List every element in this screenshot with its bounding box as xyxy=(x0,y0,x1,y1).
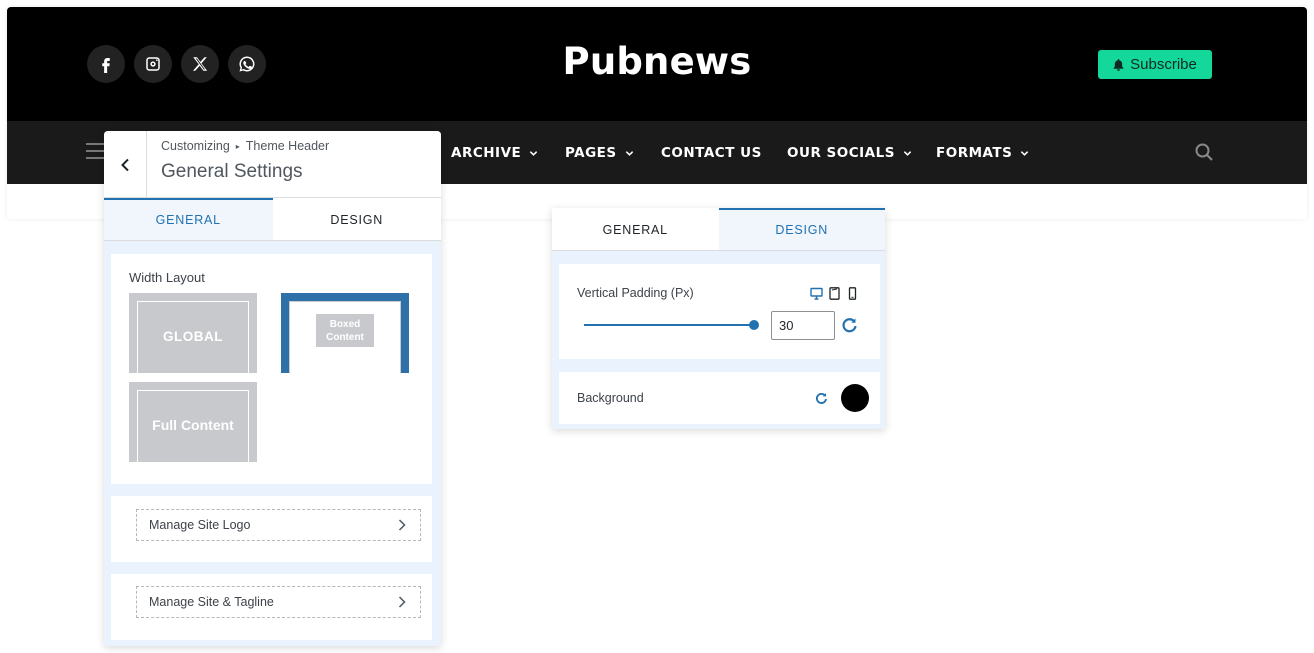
nav-item-label: PAGES xyxy=(565,145,617,161)
manage-site-logo-button[interactable]: Manage Site Logo xyxy=(136,509,421,541)
nav-item-our-socials[interactable]: OUR SOCIALS xyxy=(787,143,912,163)
layout-option-global[interactable]: GLOBAL xyxy=(129,293,257,373)
manage-tagline-card: Manage Site & Tagline xyxy=(111,574,432,640)
back-button[interactable] xyxy=(104,131,147,198)
panel-tabs: GENERAL DESIGN xyxy=(104,198,441,241)
tab-general[interactable]: GENERAL xyxy=(104,198,273,240)
chevron-left-icon xyxy=(121,158,129,171)
chevron-right-icon xyxy=(398,596,406,608)
manage-site-logo-label: Manage Site Logo xyxy=(149,518,251,532)
search-icon[interactable] xyxy=(1194,142,1214,162)
bell-icon xyxy=(1113,58,1124,71)
vertical-padding-label: Vertical Padding (Px) xyxy=(577,286,694,300)
nav-item-label: CONTACT US xyxy=(661,145,762,161)
manage-site-tagline-button[interactable]: Manage Site & Tagline xyxy=(136,586,421,618)
nav-item-pages[interactable]: PAGES xyxy=(565,143,634,163)
background-card: Background xyxy=(559,372,880,424)
design-settings-panel: GENERAL DESIGN Vertical Padding (Px) 30 … xyxy=(552,208,885,429)
nav-item-formats[interactable]: FORMATS xyxy=(936,143,1029,163)
layout-option-boxed-content[interactable]: Boxed Content xyxy=(281,293,409,373)
nav-item-label: ARCHIVE xyxy=(451,145,522,161)
menu-icon[interactable] xyxy=(86,143,106,161)
tab-design[interactable]: DESIGN xyxy=(273,198,442,240)
breadcrumb-item: Theme Header xyxy=(245,139,330,153)
breadcrumb-separator-icon: ▸ xyxy=(235,141,240,151)
nav-item-label: FORMATS xyxy=(936,145,1013,161)
nav-item-contact-us[interactable]: CONTACT US xyxy=(661,143,762,163)
chevron-right-icon xyxy=(398,519,406,531)
background-label: Background xyxy=(577,391,644,405)
panel-header: Customizing ▸ Theme Header General Setti… xyxy=(104,131,441,198)
manage-logo-card: Manage Site Logo xyxy=(111,496,432,562)
desktop-icon[interactable] xyxy=(810,287,823,300)
subscribe-label: Subscribe xyxy=(1130,56,1197,73)
chevron-down-icon xyxy=(903,150,912,156)
width-layout-card: Width Layout GLOBAL Boxed Content Full C… xyxy=(111,254,432,484)
vertical-padding-input[interactable]: 30 xyxy=(771,311,835,340)
chevron-down-icon xyxy=(530,150,538,156)
general-settings-panel: Customizing ▸ Theme Header General Setti… xyxy=(104,131,441,646)
breadcrumb-item: Customizing xyxy=(161,139,230,153)
vertical-padding-slider-handle[interactable] xyxy=(749,320,760,330)
vertical-padding-slider-track[interactable] xyxy=(584,324,755,326)
layout-option-full-content[interactable]: Full Content xyxy=(129,382,257,462)
mobile-icon[interactable] xyxy=(846,287,859,300)
reset-icon[interactable] xyxy=(815,392,828,405)
tab-design[interactable]: DESIGN xyxy=(718,208,885,250)
background-color-swatch[interactable] xyxy=(841,384,869,412)
chevron-down-icon xyxy=(1021,150,1029,156)
layout-option-label: Full Content xyxy=(140,393,246,459)
nav-item-archive[interactable]: ARCHIVE xyxy=(451,143,538,163)
tablet-icon[interactable] xyxy=(828,287,841,300)
panel-tabs: GENERAL DESIGN xyxy=(552,208,885,251)
layout-option-label: Boxed Content xyxy=(316,314,374,347)
breadcrumb: Customizing ▸ Theme Header xyxy=(161,139,329,153)
width-layout-label: Width Layout xyxy=(129,270,205,285)
chevron-down-icon xyxy=(625,150,633,156)
vertical-padding-card: Vertical Padding (Px) 30 xyxy=(559,264,880,359)
nav-item-label: OUR SOCIALS xyxy=(787,145,895,161)
panel-title: General Settings xyxy=(161,161,303,182)
tab-general[interactable]: GENERAL xyxy=(552,208,719,250)
reset-icon[interactable] xyxy=(841,317,858,334)
layout-option-label: GLOBAL xyxy=(150,314,236,358)
manage-site-tagline-label: Manage Site & Tagline xyxy=(149,595,274,609)
subscribe-button[interactable]: Subscribe xyxy=(1098,50,1212,79)
